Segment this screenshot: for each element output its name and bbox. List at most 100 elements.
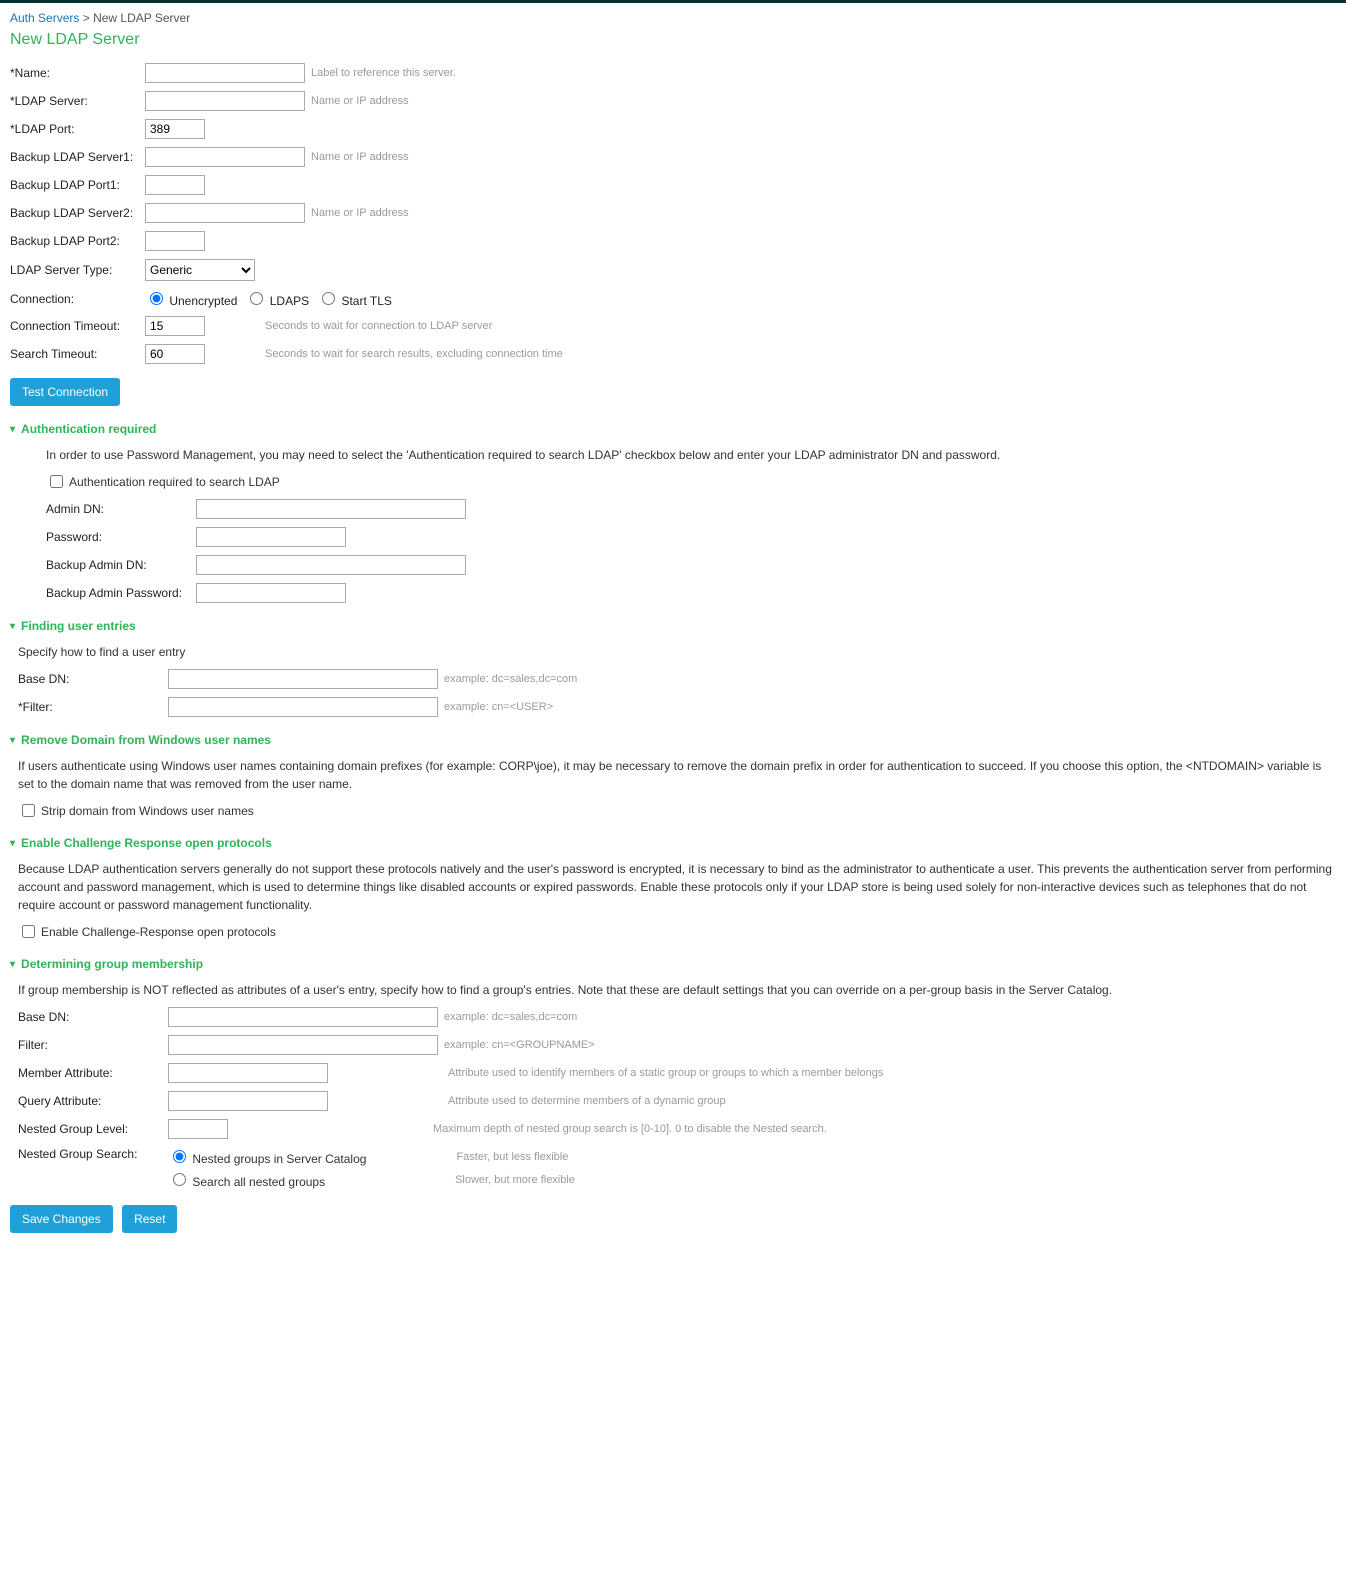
ldap-server-input[interactable] [145, 91, 305, 111]
name-hint: Label to reference this server. [311, 67, 456, 79]
group-filter-input[interactable] [168, 1035, 438, 1055]
backup-server1-input[interactable] [145, 147, 305, 167]
member-attribute-label: Member Attribute: [18, 1066, 168, 1080]
section-challenge-response-title: Enable Challenge Response open protocols [21, 836, 272, 850]
backup-admin-dn-input[interactable] [196, 555, 466, 575]
find-description: Specify how to find a user entry [18, 643, 1336, 661]
backup-port1-label: Backup LDAP Port1: [10, 178, 145, 192]
query-attribute-input[interactable] [168, 1091, 328, 1111]
user-base-dn-hint: example: dc=sales,dc=com [444, 673, 577, 685]
connection-radio-ldaps-label[interactable]: LDAPS [245, 289, 309, 308]
auth-required-checkbox[interactable] [50, 475, 63, 488]
auth-required-checkbox-label: Authentication required to search LDAP [69, 475, 280, 489]
nested-group-level-label: Nested Group Level: [18, 1122, 168, 1136]
breadcrumb: Auth Servers > New LDAP Server [10, 11, 1336, 25]
section-group-membership[interactable]: ▾ Determining group membership [10, 957, 1336, 971]
connection-timeout-hint: Seconds to wait for connection to LDAP s… [265, 320, 492, 332]
strip-domain-checkbox[interactable] [22, 804, 35, 817]
user-filter-input[interactable] [168, 697, 438, 717]
nested-search-catalog-label[interactable]: Nested groups in Server Catalog [168, 1147, 366, 1166]
nested-group-search-label: Nested Group Search: [18, 1147, 168, 1161]
connection-radio-starttls[interactable] [322, 292, 335, 305]
group-filter-label: Filter: [18, 1038, 168, 1052]
chevron-down-icon: ▾ [10, 735, 15, 746]
chevron-down-icon: ▾ [10, 838, 15, 849]
ldap-port-input[interactable] [145, 119, 205, 139]
page-title: New LDAP Server [10, 31, 1336, 49]
backup-server1-label: Backup LDAP Server1: [10, 150, 145, 164]
group-description: If group membership is NOT reflected as … [18, 981, 1336, 999]
group-filter-hint: example: cn=<GROUPNAME> [444, 1039, 595, 1051]
password-label: Password: [46, 530, 196, 544]
remove-domain-description: If users authenticate using Windows user… [18, 757, 1336, 793]
challenge-response-checkbox[interactable] [22, 925, 35, 938]
search-timeout-input[interactable] [145, 344, 205, 364]
nested-search-all-label[interactable]: Search all nested groups [168, 1170, 325, 1189]
backup-port2-input[interactable] [145, 231, 205, 251]
chevron-down-icon: ▾ [10, 959, 15, 970]
query-attribute-label: Query Attribute: [18, 1094, 168, 1108]
backup-port2-label: Backup LDAP Port2: [10, 234, 145, 248]
save-changes-button[interactable]: Save Changes [10, 1205, 113, 1233]
query-attribute-hint: Attribute used to determine members of a… [448, 1095, 726, 1107]
section-challenge-response[interactable]: ▾ Enable Challenge Response open protoco… [10, 836, 1336, 850]
nested-search-catalog-text: Nested groups in Server Catalog [192, 1152, 366, 1166]
nested-search-catalog-hint: Faster, but less flexible [456, 1151, 568, 1163]
user-filter-hint: example: cn=<USER> [444, 701, 553, 713]
group-base-dn-hint: example: dc=sales,dc=com [444, 1011, 577, 1023]
section-group-membership-title: Determining group membership [21, 957, 203, 971]
chevron-down-icon: ▾ [10, 621, 15, 632]
admin-dn-input[interactable] [196, 499, 466, 519]
admin-dn-label: Admin DN: [46, 502, 196, 516]
connection-radio-unencrypted[interactable] [150, 292, 163, 305]
strip-domain-checkbox-label: Strip domain from Windows user names [41, 804, 254, 818]
server-type-select[interactable]: Generic [145, 259, 255, 281]
member-attribute-hint: Attribute used to identify members of a … [448, 1067, 883, 1079]
ldap-server-label: *LDAP Server: [10, 94, 145, 108]
section-auth-required[interactable]: ▾ Authentication required [10, 422, 1336, 436]
name-label: *Name: [10, 66, 145, 80]
challenge-response-description: Because LDAP authentication servers gene… [18, 860, 1336, 914]
nested-search-all-radio[interactable] [173, 1173, 186, 1186]
backup-admin-dn-label: Backup Admin DN: [46, 558, 196, 572]
connection-opt3-text: Start TLS [341, 294, 391, 308]
nested-search-all-text: Search all nested groups [192, 1175, 325, 1189]
backup-server2-label: Backup LDAP Server2: [10, 206, 145, 220]
backup-server2-hint: Name or IP address [311, 207, 409, 219]
breadcrumb-current: New LDAP Server [93, 11, 190, 25]
connection-opt2-text: LDAPS [270, 294, 309, 308]
server-type-label: LDAP Server Type: [10, 263, 145, 277]
group-base-dn-label: Base DN: [18, 1010, 168, 1024]
section-auth-required-title: Authentication required [21, 422, 156, 436]
nested-search-catalog-radio[interactable] [173, 1150, 186, 1163]
connection-timeout-label: Connection Timeout: [10, 319, 145, 333]
breadcrumb-link-auth-servers[interactable]: Auth Servers [10, 11, 79, 25]
password-input[interactable] [196, 527, 346, 547]
nested-group-level-input[interactable] [168, 1119, 228, 1139]
connection-timeout-input[interactable] [145, 316, 205, 336]
section-finding-user-entries-title: Finding user entries [21, 619, 136, 633]
chevron-down-icon: ▾ [10, 424, 15, 435]
reset-button[interactable]: Reset [122, 1205, 177, 1233]
breadcrumb-separator: > [83, 11, 90, 25]
group-base-dn-input[interactable] [168, 1007, 438, 1027]
nested-group-level-hint: Maximum depth of nested group search is … [433, 1123, 827, 1135]
connection-radio-unencrypted-label[interactable]: Unencrypted [145, 289, 237, 308]
member-attribute-input[interactable] [168, 1063, 328, 1083]
connection-radio-starttls-label[interactable]: Start TLS [317, 289, 392, 308]
search-timeout-hint: Seconds to wait for search results, excl… [265, 348, 563, 360]
backup-port1-input[interactable] [145, 175, 205, 195]
backup-server2-input[interactable] [145, 203, 305, 223]
connection-label: Connection: [10, 292, 145, 306]
name-input[interactable] [145, 63, 305, 83]
ldap-port-label: *LDAP Port: [10, 122, 145, 136]
section-remove-domain-title: Remove Domain from Windows user names [21, 733, 271, 747]
connection-radio-ldaps[interactable] [250, 292, 263, 305]
nested-search-all-hint: Slower, but more flexible [455, 1174, 575, 1186]
section-finding-user-entries[interactable]: ▾ Finding user entries [10, 619, 1336, 633]
user-base-dn-input[interactable] [168, 669, 438, 689]
backup-admin-password-input[interactable] [196, 583, 346, 603]
test-connection-button[interactable]: Test Connection [10, 378, 120, 406]
ldap-server-hint: Name or IP address [311, 95, 409, 107]
section-remove-domain[interactable]: ▾ Remove Domain from Windows user names [10, 733, 1336, 747]
